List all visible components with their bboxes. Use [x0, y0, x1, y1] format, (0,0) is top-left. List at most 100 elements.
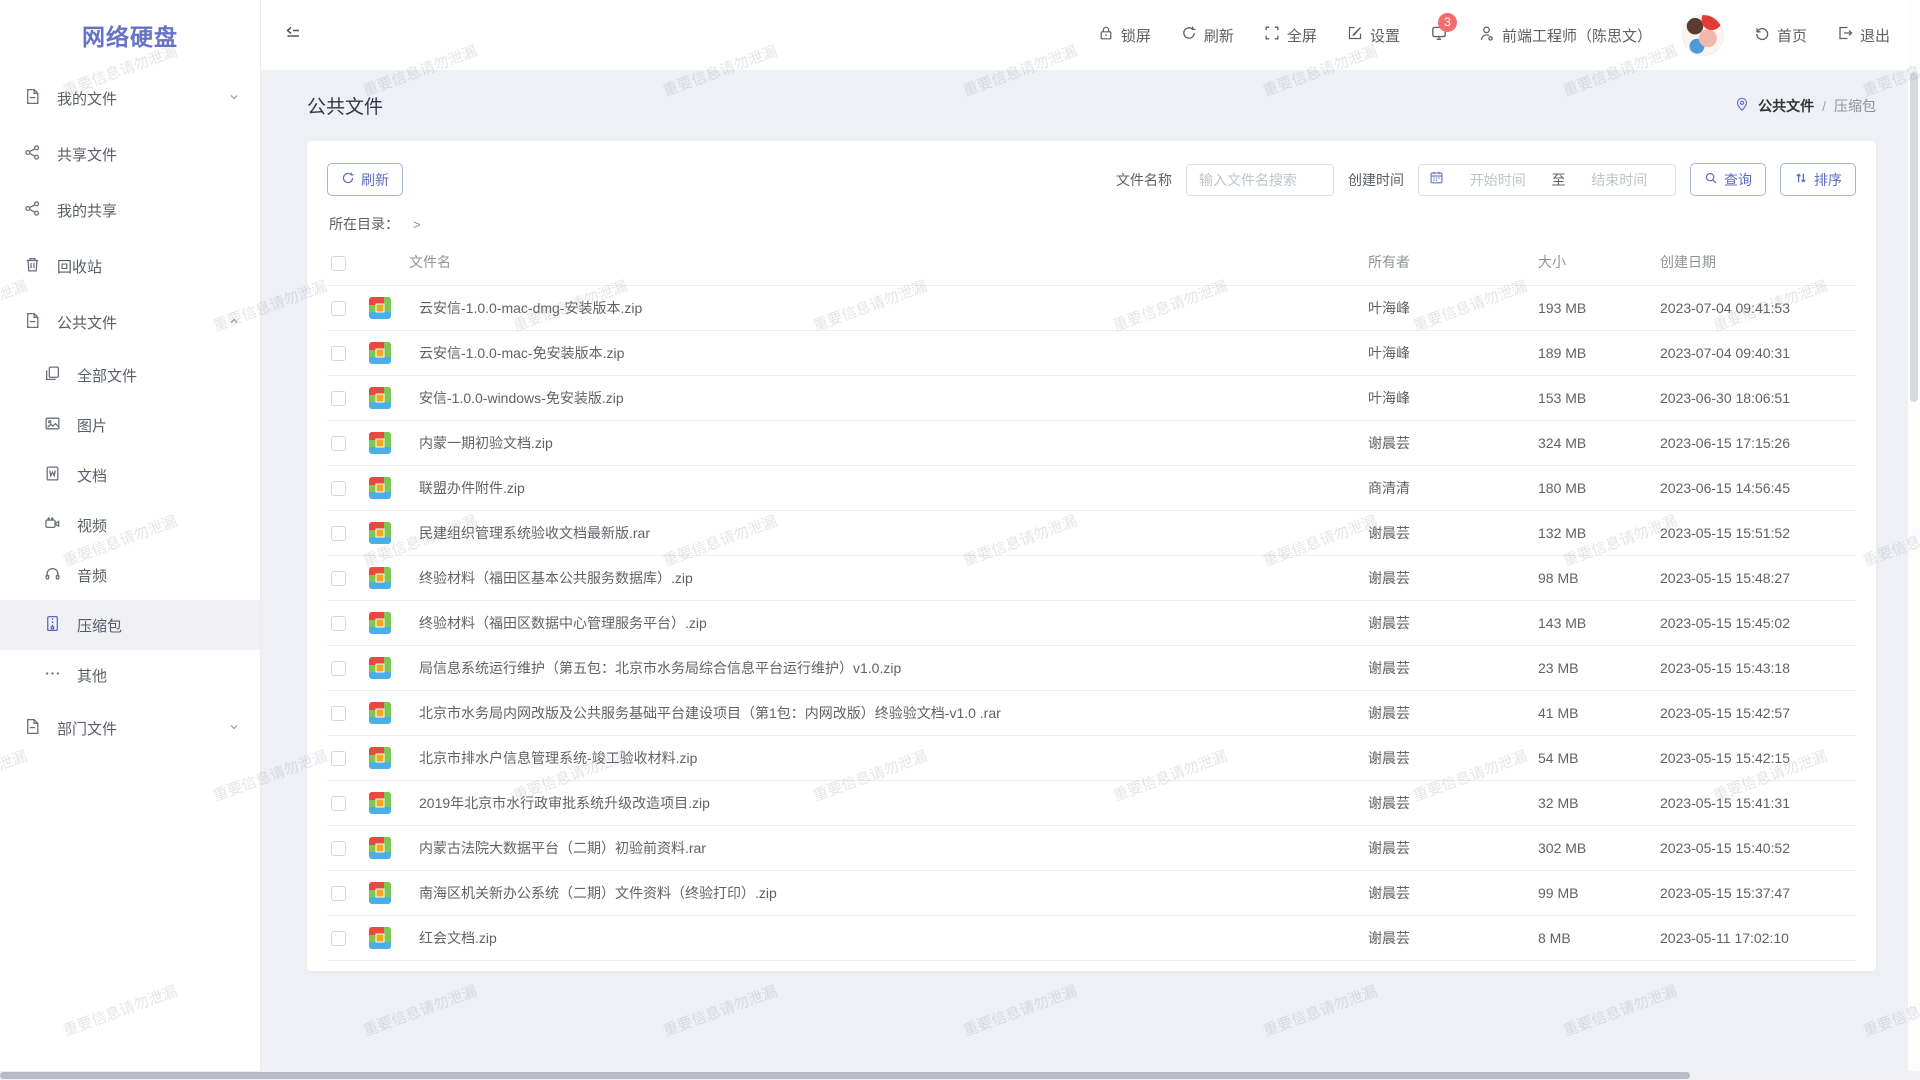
table-row[interactable]: 红会文档.zip 谢晨芸 8 MB 2023-05-11 17:02:10	[327, 915, 1856, 960]
file-date: 2023-07-04 09:41:53	[1656, 285, 1856, 330]
file-date: 2023-06-15 14:56:45	[1656, 465, 1856, 510]
row-checkbox[interactable]	[331, 481, 346, 496]
lock-screen-button[interactable]: 锁屏	[1098, 25, 1151, 46]
content-area: 公共文件 公共文件 / 压缩包 刷新	[261, 70, 1920, 1080]
sidebar-item-images[interactable]: 图片	[0, 400, 260, 450]
file-owner: 叶海峰	[1364, 330, 1534, 375]
filename-search-input[interactable]	[1186, 164, 1334, 196]
row-checkbox[interactable]	[331, 796, 346, 811]
notifications-button[interactable]: 3	[1430, 24, 1448, 47]
row-checkbox[interactable]	[331, 661, 346, 676]
row-checkbox[interactable]	[331, 436, 346, 451]
file-name[interactable]: 红会文档.zip	[419, 930, 497, 946]
start-date-placeholder[interactable]: 开始时间	[1452, 170, 1544, 190]
file-name[interactable]: 内蒙古法院大数据平台（二期）初验前资料.rar	[419, 840, 706, 856]
end-date-placeholder[interactable]: 结束时间	[1574, 170, 1666, 190]
zip-file-icon	[369, 792, 391, 814]
fullscreen-button[interactable]: 全屏	[1264, 25, 1317, 46]
file-name[interactable]: 内蒙一期初验文档.zip	[419, 435, 553, 451]
file-name[interactable]: 终验材料（福田区基本公共服务数据库）.zip	[419, 570, 693, 586]
table-row[interactable]: 南海区机关新办公系统（二期）文件资料（终验打印）.zip 谢晨芸 99 MB 2…	[327, 870, 1856, 915]
table-row[interactable]: 内蒙古法院大数据平台（二期）初验前资料.rar 谢晨芸 302 MB 2023-…	[327, 825, 1856, 870]
row-checkbox[interactable]	[331, 616, 346, 631]
file-name[interactable]: 民建组织管理系统验收文档最新版.rar	[419, 525, 650, 541]
file-name[interactable]: 北京市排水户信息管理系统-竣工验收材料.zip	[419, 750, 697, 766]
audio-icon	[44, 565, 61, 586]
breadcrumb-separator: /	[1822, 98, 1826, 114]
table-row[interactable]: 联盟办件附件.zip 商清清 180 MB 2023-06-15 14:56:4…	[327, 465, 1856, 510]
file-name[interactable]: 云安信-1.0.0-mac-dmg-安装版本.zip	[419, 300, 642, 316]
file-owner: 谢晨芸	[1364, 915, 1534, 960]
sidebar-item-others[interactable]: 其他	[0, 650, 260, 700]
sidebar-item-public-files[interactable]: 公共文件	[0, 294, 260, 350]
refresh-page-button[interactable]: 刷新	[1181, 25, 1234, 46]
table-row[interactable]: 安信-1.0.0-windows-免安装版.zip 叶海峰 153 MB 202…	[327, 375, 1856, 420]
horizontal-scrollbar[interactable]	[0, 1071, 1920, 1080]
logout-button[interactable]: 退出	[1837, 25, 1890, 46]
sidebar-item-shared-files[interactable]: 共享文件	[0, 126, 260, 182]
user-menu[interactable]: 前端工程师（陈思文）	[1478, 25, 1652, 46]
row-checkbox[interactable]	[331, 751, 346, 766]
sidebar-collapse-icon[interactable]	[283, 23, 303, 48]
sidebar-item-archives[interactable]: 压缩包	[0, 600, 260, 650]
table-row[interactable]: 终验材料（福田区基本公共服务数据库）.zip 谢晨芸 98 MB 2023-05…	[327, 555, 1856, 600]
sidebar-item-department-files[interactable]: 部门文件	[0, 700, 260, 756]
directory-chevron[interactable]: >	[413, 217, 421, 232]
file-name[interactable]: 南海区机关新办公系统（二期）文件资料（终验打印）.zip	[419, 885, 777, 901]
row-checkbox[interactable]	[331, 346, 346, 361]
table-row[interactable]: 云安信-1.0.0-mac-免安装版本.zip 叶海峰 189 MB 2023-…	[327, 330, 1856, 375]
file-name[interactable]: 安信-1.0.0-windows-免安装版.zip	[419, 390, 624, 406]
column-header-date: 创建日期	[1656, 240, 1856, 285]
sort-button[interactable]: 排序	[1780, 163, 1856, 196]
row-checkbox[interactable]	[331, 841, 346, 856]
query-button[interactable]: 查询	[1690, 163, 1766, 196]
file-name[interactable]: 云安信-1.0.0-mac-免安装版本.zip	[419, 345, 624, 361]
zip-file-icon	[369, 612, 391, 634]
row-checkbox[interactable]	[331, 301, 346, 316]
row-checkbox[interactable]	[331, 391, 346, 406]
settings-button[interactable]: 设置	[1347, 25, 1400, 46]
file-name[interactable]: 2019年北京市水行政审批系统升级改造项目.zip	[419, 795, 710, 811]
select-all-checkbox[interactable]	[331, 256, 346, 271]
vertical-scrollbar[interactable]	[1908, 0, 1920, 1080]
file-name[interactable]: 局信息系统运行维护（第五包：北京市水务局综合信息平台运行维护）v1.0.zip	[419, 660, 901, 676]
file-size: 32 MB	[1534, 780, 1656, 825]
lock-icon	[1098, 25, 1114, 45]
date-range-picker[interactable]: 开始时间 至 结束时间	[1418, 164, 1676, 196]
sidebar-item-recycle-bin[interactable]: 回收站	[0, 238, 260, 294]
file-name[interactable]: 终验材料（福田区数据中心管理服务平台）.zip	[419, 615, 707, 631]
table-row[interactable]: 北京市排水户信息管理系统-竣工验收材料.zip 谢晨芸 54 MB 2023-0…	[327, 735, 1856, 780]
home-button[interactable]: 首页	[1754, 25, 1807, 46]
file-name[interactable]: 联盟办件附件.zip	[419, 480, 525, 496]
sidebar-item-videos[interactable]: 视频	[0, 500, 260, 550]
table-row[interactable]: 局信息系统运行维护（第五包：北京市水务局综合信息平台运行维护）v1.0.zip …	[327, 645, 1856, 690]
table-row[interactable]: 民建组织管理系统验收文档最新版.rar 谢晨芸 132 MB 2023-05-1…	[327, 510, 1856, 555]
table-row[interactable]: 北京市水务局内网改版及公共服务基础平台建设项目（第1包：内网改版）终验验文档-v…	[327, 690, 1856, 735]
row-checkbox[interactable]	[331, 526, 346, 541]
refresh-list-button[interactable]: 刷新	[327, 163, 403, 196]
table-row[interactable]: 内蒙一期初验文档.zip 谢晨芸 324 MB 2023-06-15 17:15…	[327, 420, 1856, 465]
file-owner: 谢晨芸	[1364, 825, 1534, 870]
logout-icon	[1837, 25, 1853, 45]
row-checkbox[interactable]	[331, 931, 346, 946]
row-checkbox[interactable]	[331, 571, 346, 586]
table-row[interactable]: 终验材料（福田区数据中心管理服务平台）.zip 谢晨芸 143 MB 2023-…	[327, 600, 1856, 645]
row-checkbox[interactable]	[331, 886, 346, 901]
sidebar-item-audio[interactable]: 音频	[0, 550, 260, 600]
directory-label: 所在目录：	[329, 214, 399, 234]
share-icon	[24, 200, 41, 221]
zip-file-icon	[369, 297, 391, 319]
file-name[interactable]: 北京市水务局内网改版及公共服务基础平台建设项目（第1包：内网改版）终验验文档-v…	[419, 705, 1001, 721]
sidebar-item-all-files[interactable]: 全部文件	[0, 350, 260, 400]
sidebar: 网络硬盘 我的文件 共享文件 我的共享	[0, 0, 261, 1080]
avatar[interactable]	[1682, 14, 1724, 56]
row-checkbox[interactable]	[331, 706, 346, 721]
sidebar-item-my-files[interactable]: 我的文件	[0, 70, 260, 126]
sidebar-item-documents[interactable]: 文档	[0, 450, 260, 500]
logout-label: 退出	[1860, 25, 1890, 46]
breadcrumb-root[interactable]: 公共文件	[1758, 96, 1814, 116]
sidebar-item-my-shares[interactable]: 我的共享	[0, 182, 260, 238]
app-logo: 网络硬盘	[0, 0, 260, 70]
table-row[interactable]: 2019年北京市水行政审批系统升级改造项目.zip 谢晨芸 32 MB 2023…	[327, 780, 1856, 825]
table-row[interactable]: 云安信-1.0.0-mac-dmg-安装版本.zip 叶海峰 193 MB 20…	[327, 285, 1856, 330]
